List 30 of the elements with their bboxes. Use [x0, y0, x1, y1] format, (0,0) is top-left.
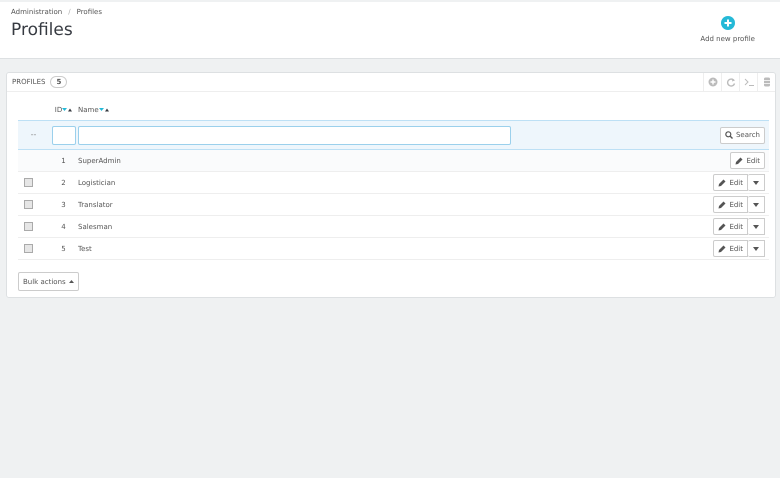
dropdown-toggle[interactable]: [748, 174, 765, 191]
caret-icon: [753, 202, 759, 206]
caret-up-icon: [68, 280, 74, 283]
pencil-icon: [718, 178, 726, 186]
search-icon: [724, 131, 733, 139]
pencil-icon: [718, 222, 726, 230]
plus-circle-icon: [720, 16, 735, 30]
dropdown-toggle[interactable]: [748, 240, 765, 257]
row-checkbox[interactable]: [24, 244, 33, 253]
row-checkbox[interactable]: [24, 200, 33, 209]
caret-icon: [753, 224, 759, 228]
sort-arrows-icon: [98, 107, 109, 113]
sort-arrows-icon: [62, 107, 72, 113]
caret-icon: [753, 246, 759, 250]
dash-text: --: [30, 130, 36, 140]
pencil-icon: [735, 156, 744, 164]
pencil-icon: [718, 244, 726, 252]
row-checkbox[interactable]: [24, 178, 33, 187]
add-icon: [708, 77, 718, 87]
row-checkbox[interactable]: [24, 222, 33, 231]
name-filter-field[interactable]: [78, 126, 511, 144]
page-title: Profiles: [11, 20, 74, 40]
terminal-icon: [744, 77, 754, 87]
database-icon: [762, 77, 772, 87]
caret-icon: [753, 180, 759, 184]
dropdown-toggle[interactable]: [748, 196, 765, 213]
pencil-icon: [718, 200, 726, 208]
refresh-icon: [726, 77, 736, 87]
id-filter-field[interactable]: [52, 126, 76, 144]
dropdown-toggle[interactable]: [748, 218, 765, 235]
